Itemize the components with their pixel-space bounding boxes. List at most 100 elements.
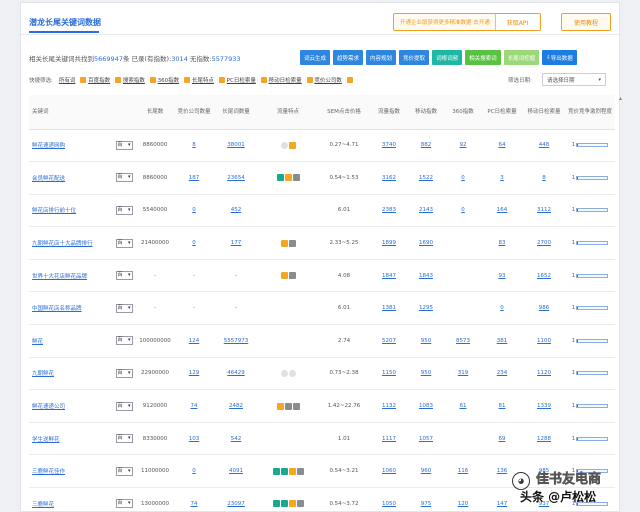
words-value[interactable]: 38001: [227, 142, 245, 148]
get-api-button[interactable]: 获取API: [495, 14, 539, 30]
mob_daily-value[interactable]: 2700: [537, 240, 551, 246]
column-header[interactable]: 流量指数: [371, 95, 407, 130]
keyword-link[interactable]: 三鹿鲜花佳作: [32, 469, 65, 475]
pc-value[interactable]: 147: [497, 501, 508, 507]
mob_daily-value[interactable]: 1100: [537, 338, 551, 344]
traffic-value[interactable]: 1381: [382, 305, 396, 311]
mob_daily-value[interactable]: 1652: [537, 273, 551, 279]
column-header[interactable]: 长尾数: [135, 95, 175, 130]
mobile-value[interactable]: 950: [421, 370, 432, 376]
i360-value[interactable]: 116: [458, 468, 469, 474]
mob_daily-value[interactable]: 1288: [537, 436, 551, 442]
traffic-value[interactable]: 3740: [382, 142, 396, 148]
mob_daily-value[interactable]: 985: [539, 468, 550, 474]
filter-mobile-daily[interactable]: 移动日检索量: [269, 76, 302, 84]
column-header[interactable]: [113, 95, 135, 130]
keyword-link[interactable]: 鲜花速递网购: [32, 143, 65, 149]
filter-longtail[interactable]: 长尾特点: [192, 76, 214, 84]
i360-value[interactable]: 92: [460, 142, 467, 148]
i360-value[interactable]: 0: [461, 207, 465, 213]
filter-all[interactable]: 所有词: [59, 76, 76, 84]
mob_daily-value[interactable]: 1120: [537, 370, 551, 376]
keyword-link[interactable]: 学生送鲜花: [32, 437, 60, 443]
search-engine-select[interactable]: 百: [115, 271, 133, 281]
pc-value[interactable]: 83: [499, 240, 506, 246]
column-header[interactable]: PC日检索量: [481, 95, 523, 130]
pc-value[interactable]: 3: [500, 175, 504, 181]
companies-value[interactable]: 187: [189, 175, 200, 181]
export-data-button[interactable]: ⇩ 导出数据: [542, 50, 577, 65]
traffic-value[interactable]: 2383: [382, 207, 396, 213]
traffic-value[interactable]: 1050: [382, 501, 396, 507]
filter-bid-companies[interactable]: 竞价公司数: [314, 76, 342, 84]
column-header[interactable]: 长尾词数量: [213, 95, 259, 130]
mobile-value[interactable]: 950: [421, 338, 432, 344]
search-engine-select[interactable]: 百: [115, 238, 133, 248]
root-frequency-button[interactable]: 词根词频: [432, 50, 463, 65]
mob_daily-value[interactable]: 986: [539, 305, 550, 311]
mobile-value[interactable]: 1057: [419, 436, 433, 442]
column-header[interactable]: 移动日检索量: [523, 95, 565, 130]
pc-value[interactable]: 136: [497, 468, 508, 474]
scroll-up-icon[interactable]: ▴: [619, 95, 622, 102]
i360-value[interactable]: 61: [460, 403, 467, 409]
mobile-value[interactable]: 882: [421, 142, 432, 148]
search-engine-select[interactable]: 百: [115, 205, 133, 215]
traffic-value[interactable]: 3162: [382, 175, 396, 181]
mob_daily-value[interactable]: 8: [542, 175, 546, 181]
search-engine-select[interactable]: 百: [115, 466, 133, 476]
traffic-value[interactable]: 1847: [382, 273, 396, 279]
mob_daily-value[interactable]: 3112: [537, 207, 551, 213]
mobile-value[interactable]: 960: [421, 468, 432, 474]
search-engine-select[interactable]: 百: [115, 303, 133, 313]
wordcloud-button[interactable]: 词云生成: [300, 50, 331, 65]
keyword-link[interactable]: 会员鲜花配送: [32, 176, 65, 182]
mobile-value[interactable]: 1295: [419, 305, 433, 311]
mob_daily-value[interactable]: 1339: [537, 403, 551, 409]
column-header[interactable]: 360指数: [445, 95, 481, 130]
column-header[interactable]: 竞价公司数量: [175, 95, 213, 130]
keyword-link[interactable]: 中国鲜花店名称品牌: [32, 306, 82, 312]
bid-extract-button[interactable]: 竞价提取: [399, 50, 430, 65]
mob_daily-value[interactable]: 937: [539, 501, 550, 507]
words-value[interactable]: 23654: [227, 175, 245, 181]
traffic-value[interactable]: 1899: [382, 240, 396, 246]
promo-text[interactable]: 开通企业版获得更多精准数据 去开通: [394, 18, 495, 26]
filter-pc-daily[interactable]: PC日检索量: [227, 76, 256, 84]
pc-value[interactable]: 234: [497, 370, 508, 376]
longtail-mine-button[interactable]: 长尾词挖掘: [503, 50, 540, 65]
companies-value[interactable]: 0: [192, 468, 196, 474]
words-value[interactable]: 5557973: [224, 338, 249, 344]
column-header[interactable]: 关键词: [29, 95, 113, 130]
companies-value[interactable]: 103: [189, 436, 200, 442]
i360-value[interactable]: 0: [461, 175, 465, 181]
traffic-value[interactable]: 1150: [382, 370, 396, 376]
mobile-value[interactable]: 1690: [419, 240, 433, 246]
companies-value[interactable]: 74: [191, 403, 198, 409]
pc-value[interactable]: 381: [497, 338, 508, 344]
filter-baidu-index[interactable]: 百度指数: [88, 76, 110, 84]
traffic-value[interactable]: 1132: [382, 403, 396, 409]
pc-value[interactable]: 93: [499, 273, 506, 279]
trend-demand-button[interactable]: 趋势需求: [333, 50, 364, 65]
words-value[interactable]: 177: [231, 240, 242, 246]
pc-value[interactable]: 164: [497, 207, 508, 213]
column-header[interactable]: 竞价竞争激烈程度: [565, 95, 615, 130]
search-engine-select[interactable]: 百: [115, 499, 133, 509]
mobile-value[interactable]: 1083: [419, 403, 433, 409]
words-value[interactable]: 23097: [227, 501, 245, 507]
search-engine-select[interactable]: 百: [115, 401, 133, 411]
keyword-link[interactable]: 鲜花店排行前十位: [32, 208, 76, 214]
companies-value[interactable]: 129: [189, 370, 200, 376]
keyword-link[interactable]: 三鹿鲜花: [32, 502, 54, 508]
filter-360-index[interactable]: 360指数: [158, 76, 180, 84]
tutorial-button[interactable]: 使用教程: [561, 13, 611, 31]
traffic-value[interactable]: 1117: [382, 436, 396, 442]
keyword-link[interactable]: 九朝鲜花店十大品牌排行: [32, 241, 93, 247]
filter-search-index[interactable]: 搜索指数: [123, 76, 145, 84]
i360-value[interactable]: 8573: [456, 338, 470, 344]
companies-value[interactable]: 0: [192, 207, 196, 213]
content-plan-button[interactable]: 内容规划: [366, 50, 397, 65]
pc-value[interactable]: 0: [500, 305, 504, 311]
search-engine-select[interactable]: 百: [115, 434, 133, 444]
